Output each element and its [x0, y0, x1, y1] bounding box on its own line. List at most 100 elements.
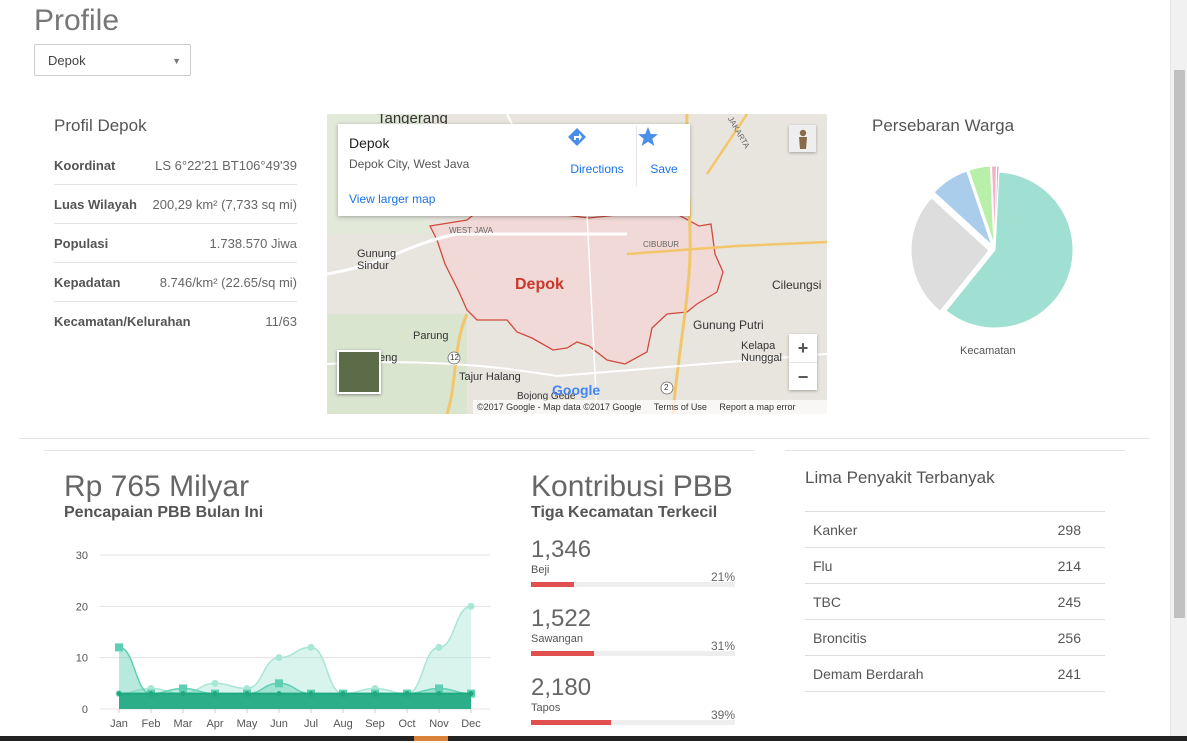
series-area — [119, 693, 471, 709]
zoom-out-button[interactable]: − — [789, 362, 817, 391]
kontribusi-name: Tapos — [531, 702, 561, 714]
profil-key: Populasi — [54, 235, 109, 251]
panel-divider — [44, 450, 755, 451]
data-point — [467, 602, 475, 610]
data-point — [340, 691, 346, 697]
chevron-down-icon: ▼ — [172, 56, 181, 66]
map-attribution-text: ©2017 Google - Map data ©2017 Google — [477, 402, 642, 412]
x-tick-label: Apr — [206, 718, 223, 730]
y-tick-label: 10 — [76, 653, 88, 665]
profil-key: Kepadatan — [54, 274, 121, 290]
penyakit-name: TBC — [813, 593, 841, 610]
data-point — [115, 643, 123, 652]
map-label-depok: Depok — [515, 276, 564, 293]
pbb-subtitle: Pencapaian PBB Bulan Ini — [64, 504, 264, 521]
data-point — [148, 691, 154, 697]
data-point — [180, 691, 186, 697]
pbb-amount: Rp 765 Milyar — [64, 470, 250, 503]
data-point — [435, 643, 443, 651]
star-icon — [637, 127, 691, 162]
pbb-area-chart[interactable]: 0 10 20 30 Jan Feb Mar Apr May Jun Jul Aug Sep Oct Nov… — [60, 540, 500, 736]
penyakit-count: 245 — [1057, 593, 1081, 610]
map-label-seng: eng — [379, 352, 398, 364]
penyakit-name: Broncitis — [813, 629, 867, 646]
data-point — [116, 691, 122, 697]
zoom-in-button[interactable]: + — [789, 334, 817, 362]
penyakit-count: 241 — [1057, 665, 1081, 682]
kontribusi-item: 1,346 Beji 21% — [531, 536, 735, 605]
penyakit-count: 214 — [1057, 557, 1081, 574]
map-place-address: Depok City, West Java — [349, 157, 470, 171]
map-label-parung: Parung — [413, 330, 449, 342]
map-attribution: ©2017 Google - Map data ©2017 Google Ter… — [473, 400, 827, 414]
report-map-error-link[interactable]: Report a map error — [719, 402, 795, 412]
x-tick-label: Jun — [270, 718, 288, 730]
kontribusi-progress-fill — [531, 720, 611, 725]
profil-key: Kecamatan/Kelurahan — [54, 313, 191, 329]
penyakit-title: Lima Penyakit Terbanyak — [805, 468, 995, 487]
profil-row: Kepadatan 8.746/km² (22.65/sq mi) — [54, 263, 297, 302]
table-row: Demam Berdarah 241 — [805, 656, 1105, 692]
map-label-gunung-sindur: Gunung Sindur — [357, 248, 397, 272]
profil-title: Profil Depok — [54, 116, 147, 135]
map-label-cileungsi: Cileungsi — [772, 278, 822, 292]
kontribusi-item: 2,180 Tapos 39% — [531, 674, 735, 743]
kontribusi-progress — [531, 720, 735, 725]
data-point — [468, 691, 474, 697]
profil-row: Populasi 1.738.570 Jiwa — [54, 224, 297, 263]
kontribusi-progress-fill — [531, 582, 574, 587]
map-road-2: 2 — [664, 383, 669, 392]
terms-of-use-link[interactable]: Terms of Use — [654, 402, 707, 412]
data-point — [212, 691, 218, 697]
scrollbar-thumb[interactable] — [1174, 70, 1185, 618]
panel-divider — [785, 450, 1125, 451]
data-point — [275, 654, 283, 662]
data-point — [372, 691, 378, 697]
penyakit-name: Flu — [813, 557, 833, 574]
table-row: Broncitis 256 — [805, 620, 1105, 656]
y-tick-label: 30 — [76, 550, 88, 562]
street-view-pegman-icon[interactable] — [789, 125, 816, 152]
google-logo: Google — [552, 382, 601, 398]
x-tick-label: Mar — [174, 718, 193, 730]
persebaran-pie-chart[interactable] — [872, 146, 1122, 366]
penyakit-name: Kanker — [813, 521, 858, 538]
satellite-toggle-thumbnail[interactable] — [337, 350, 381, 394]
map-place-card: Depok Depok City, West Java View larger … — [338, 124, 690, 216]
data-point — [211, 679, 219, 687]
map-place-name: Depok — [349, 135, 390, 151]
save-label: Save — [650, 162, 678, 176]
data-point — [276, 691, 282, 697]
save-button[interactable]: Save — [636, 126, 691, 186]
directions-button[interactable]: Directions — [566, 126, 628, 176]
city-select[interactable]: Depok ▼ — [34, 44, 191, 76]
kontribusi-progress — [531, 582, 735, 587]
city-select-value: Depok — [48, 53, 86, 68]
section-divider — [19, 438, 1150, 439]
profil-value: LS 6°22'21 BT106°49'39 — [155, 157, 297, 173]
x-tick-label: Dec — [461, 718, 481, 730]
x-tick-label: Oct — [398, 718, 415, 730]
embedded-map[interactable]: Tangerang JAKARTA WEST JAVA CIBUBUR Depo… — [327, 114, 827, 414]
view-larger-map-link[interactable]: View larger map — [349, 192, 435, 206]
page-title: Profile — [34, 4, 120, 37]
profil-row: Luas Wilayah 200,29 km² (7,733 sq mi) — [54, 185, 297, 224]
persebaran-card: Persebaran Warga Kecamatan — [872, 116, 1122, 376]
map-label-tajur-halang: Tajur Halang — [459, 371, 521, 383]
profil-value: 1.738.570 Jiwa — [209, 235, 297, 251]
kontribusi-name: Sawangan — [531, 633, 583, 645]
map-label-kelapa-nunggal: Kelapa Nunggal — [741, 340, 782, 364]
bottom-bar-accent — [414, 736, 448, 741]
x-tick-label: Aug — [333, 718, 353, 730]
directions-label: Directions — [570, 162, 624, 176]
kontribusi-name: Beji — [531, 564, 550, 576]
kontribusi-panel: Kontribusi PBB Tiga Kecamatan Terkecil 1… — [531, 470, 735, 743]
penyakit-count: 298 — [1057, 521, 1081, 538]
vertical-scrollbar[interactable] — [1170, 0, 1187, 741]
kontribusi-value: 1,346 — [531, 536, 592, 563]
profil-row: Kecamatan/Kelurahan 11/63 — [54, 302, 297, 340]
profil-value: 200,29 km² (7,733 sq mi) — [152, 196, 297, 212]
kontribusi-subtitle: Tiga Kecamatan Terkecil — [531, 504, 718, 521]
profil-row: Koordinat LS 6°22'21 BT106°49'39 — [54, 146, 297, 185]
data-point — [275, 679, 283, 688]
